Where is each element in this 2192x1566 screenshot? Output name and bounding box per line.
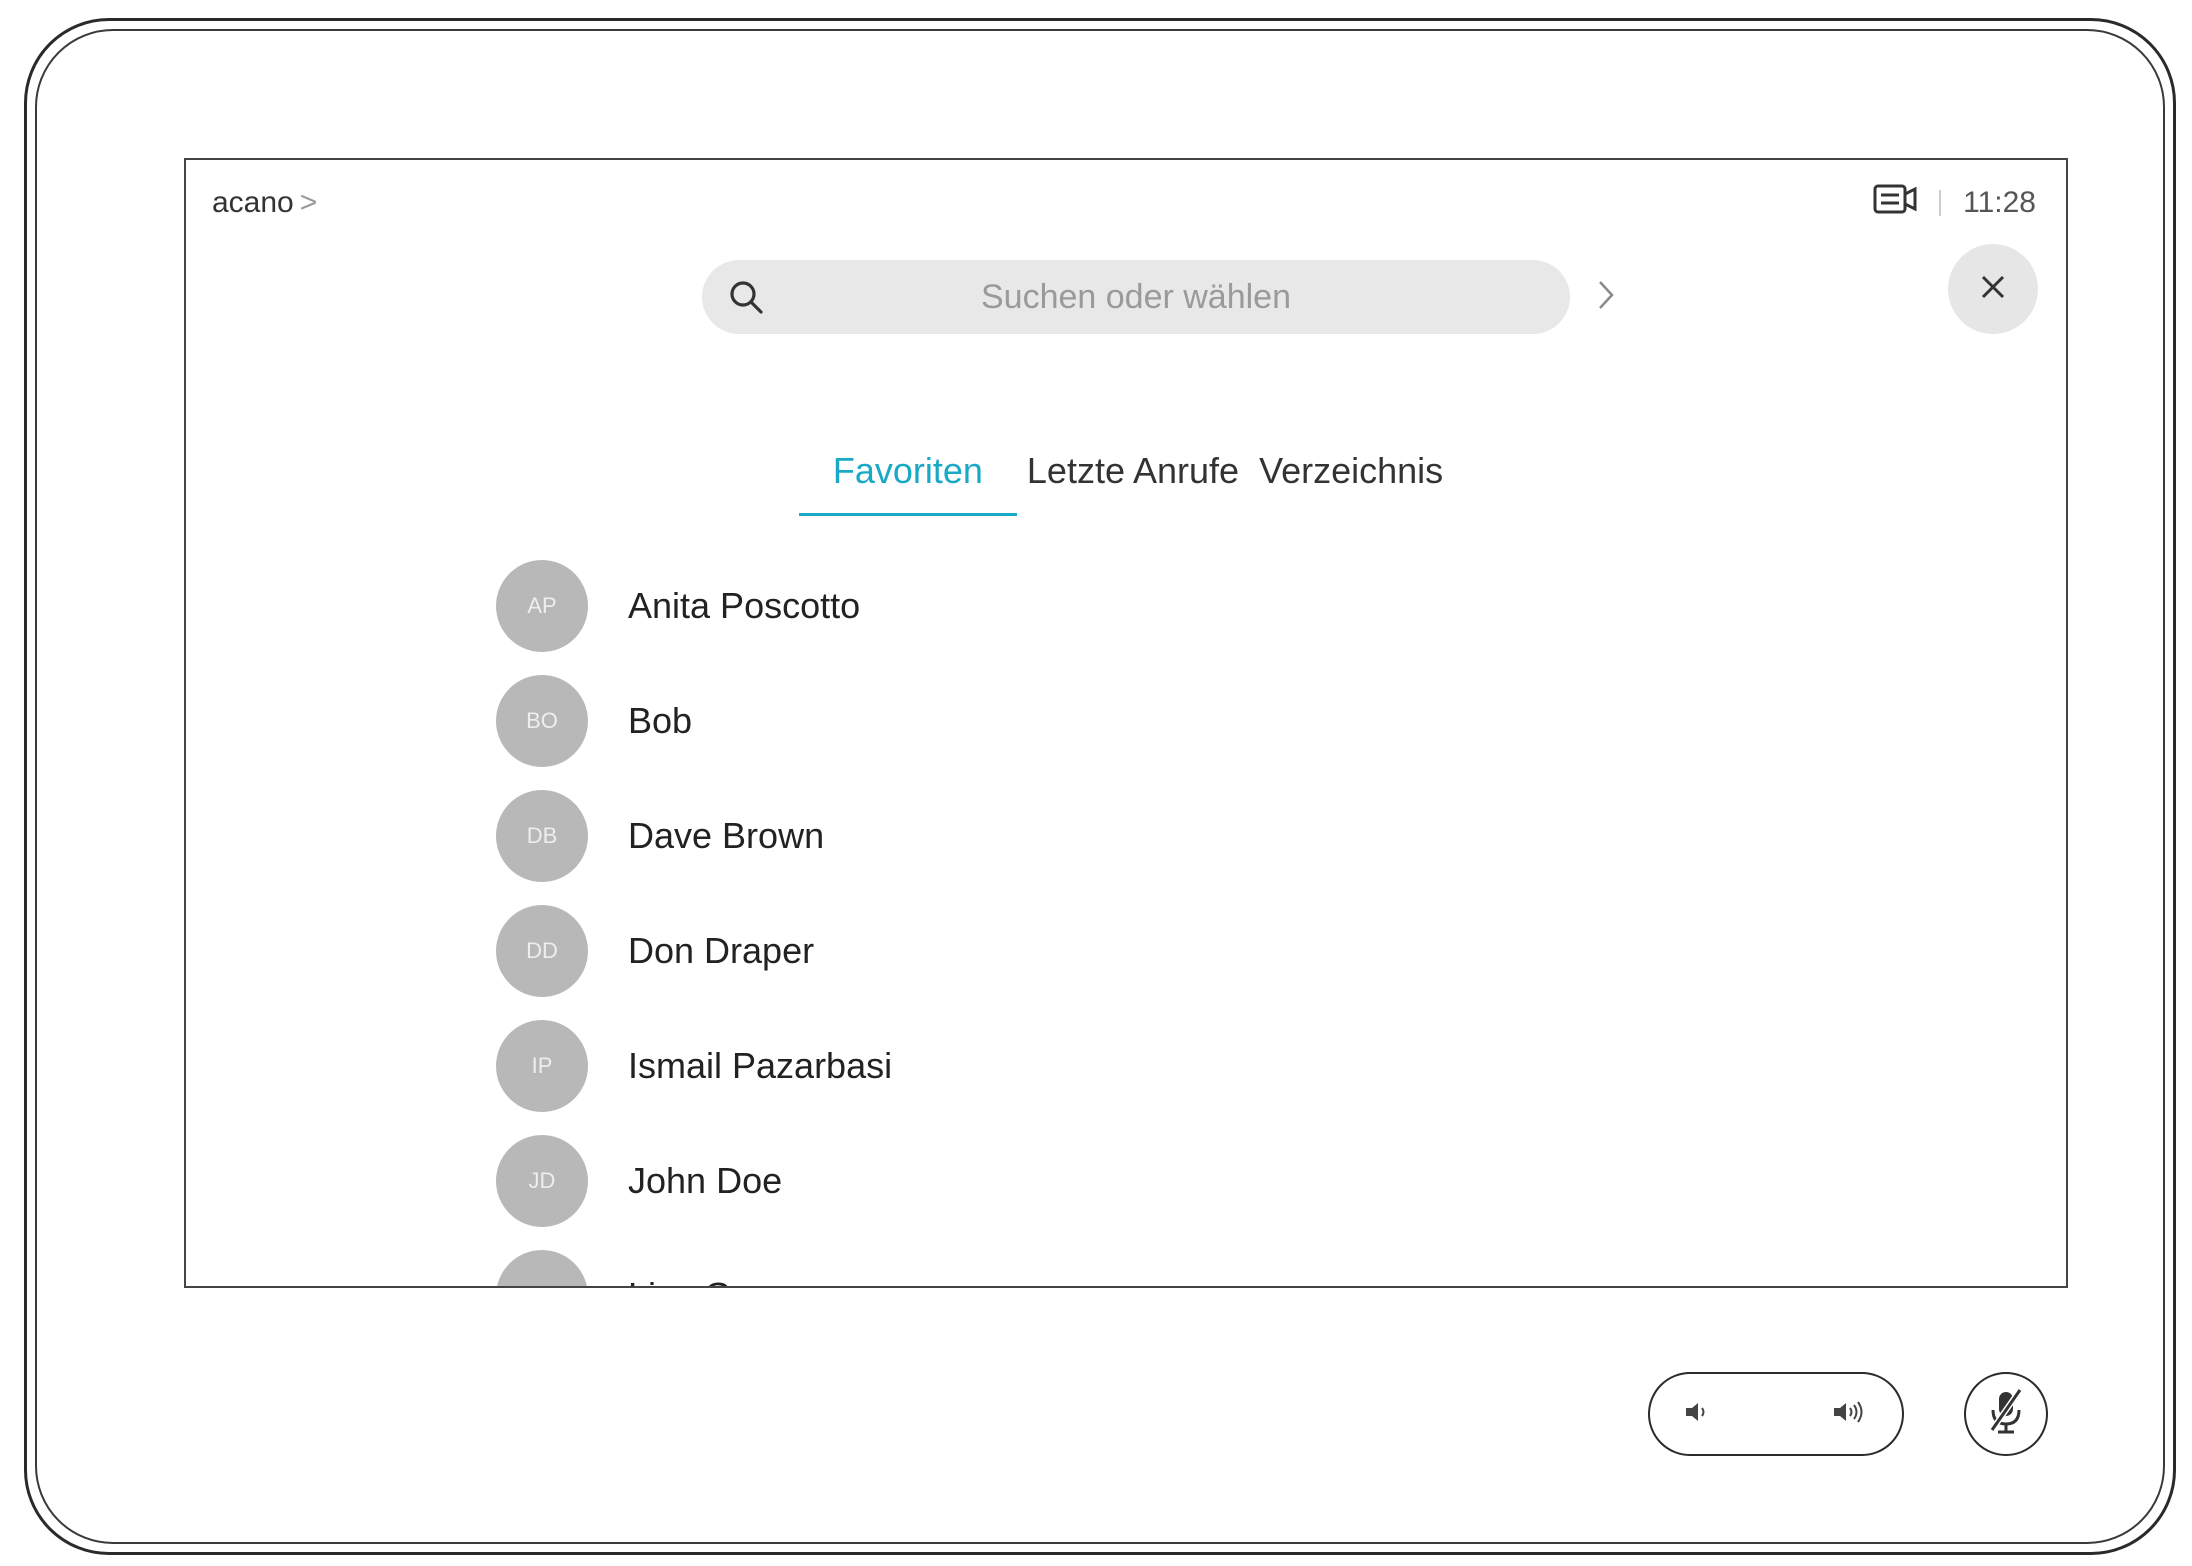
avatar: BO [496, 674, 588, 767]
contact-name: Anita Poscotto [628, 584, 861, 626]
search-icon [724, 275, 768, 319]
avatar: LG [496, 1249, 588, 1286]
volume-up-icon [1832, 1399, 1868, 1430]
contact-name: John Doe [628, 1159, 783, 1201]
avatar: DD [496, 904, 588, 997]
contact-name: Don Draper [628, 929, 815, 971]
avatar: DB [496, 789, 588, 882]
status-area: 11:28 [1873, 184, 2036, 222]
list-item[interactable]: DD Don Draper [496, 893, 892, 1008]
device-name-button[interactable]: acano > [212, 186, 317, 220]
list-item[interactable]: JD John Doe [496, 1123, 892, 1238]
device-chevron: > [299, 186, 318, 219]
tab-verzeichnis[interactable]: Verzeichnis [1249, 450, 1453, 516]
list-item[interactable]: LG Lisa Green [496, 1238, 892, 1287]
contact-name: Lisa Green [628, 1275, 804, 1287]
divider [1939, 190, 1942, 216]
avatar: JD [496, 1134, 588, 1227]
touch-screen: acano > 11:28 Suchen oder wählen Favorit… [184, 158, 2068, 1288]
tab-favoriten[interactable]: Favoriten [798, 450, 1017, 516]
list-item[interactable]: DB Dave Brown [496, 778, 892, 893]
list-item[interactable]: BO Bob [496, 663, 892, 778]
tab-letzte-anrufe[interactable]: Letzte Anrufe [1017, 450, 1249, 516]
search-field[interactable]: Suchen oder wählen [702, 260, 1570, 334]
avatar: AP [496, 559, 588, 652]
camera-status-icon[interactable] [1873, 184, 1917, 222]
volume-up-button[interactable] [1832, 1399, 1868, 1430]
list-item[interactable]: IP Ismail Pazarbasi [496, 1008, 892, 1123]
search-placeholder: Suchen oder wählen [980, 277, 1291, 316]
clock: 11:28 [1963, 186, 2036, 219]
volume-control [1648, 1372, 1904, 1456]
chevron-right-icon [1596, 278, 1616, 317]
avatar: IP [496, 1019, 588, 1112]
close-button[interactable] [1948, 244, 2038, 334]
volume-down-icon [1684, 1400, 1712, 1429]
tab-bar: Favoriten Letzte Anrufe Verzeichnis [186, 450, 2066, 516]
mute-button[interactable] [1964, 1372, 2048, 1456]
microphone-muted-icon [1984, 1386, 2028, 1443]
list-item[interactable]: AP Anita Poscotto [496, 548, 892, 663]
contact-name: Ismail Pazarbasi [628, 1044, 893, 1086]
close-icon [1978, 272, 2008, 307]
volume-down-button[interactable] [1684, 1400, 1712, 1429]
contact-list: AP Anita Poscotto BO Bob DB Dave Brown D… [496, 548, 892, 1287]
device-name: acano [212, 186, 294, 219]
search-go-button[interactable] [1586, 270, 1626, 324]
contact-name: Bob [628, 699, 693, 741]
contact-name: Dave Brown [628, 814, 825, 856]
